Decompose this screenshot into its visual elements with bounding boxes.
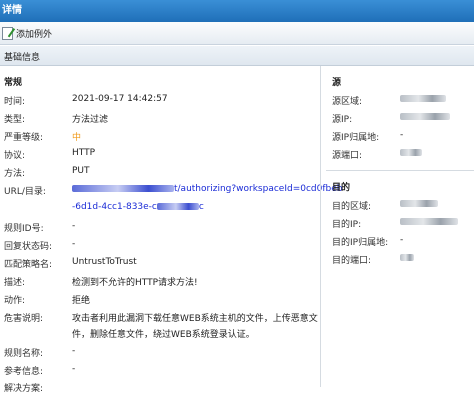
source-zone-label: 源区域: [332, 97, 363, 107]
time-value: 2021-09-17 14:42:57 [72, 94, 168, 104]
destination-zone-label: 目的区域: [332, 202, 372, 212]
tab-basic-info[interactable]: 基础信息 [0, 46, 474, 66]
window-title: 详情 [0, 0, 474, 22]
source-port-value [400, 148, 422, 158]
section-divider [326, 170, 474, 171]
add-exception-label: 添加例外 [16, 30, 53, 40]
rule-name-label: 规则名称: [4, 349, 44, 359]
description-label: 描述: [4, 278, 26, 288]
url-line2-prefix: -6d1d-4cc1-833e-c [72, 202, 157, 212]
destination-ip-location-label: 目的IP归属地: [332, 238, 389, 248]
reference-label: 参考信息: [4, 367, 44, 377]
source-zone-value [400, 94, 446, 104]
toolbar: 添加例外 [0, 22, 474, 45]
source-ip-value [400, 112, 450, 122]
harm-value-line2: 件，删除任意文件，绕过WEB系统登录认证。 [72, 330, 255, 340]
solution-label: 解决方案: [4, 384, 44, 394]
column-divider [320, 66, 321, 387]
reference-value: - [72, 364, 76, 374]
action-label: 动作: [4, 296, 26, 306]
destination-zone-value [400, 199, 438, 209]
destination-ip-location-value: - [400, 235, 404, 245]
description-value: 检测到不允许的HTTP请求方法! [72, 278, 198, 288]
destination-section-title: 目的 [332, 183, 351, 193]
time-label: 时间: [4, 97, 26, 107]
type-value: 方法过滤 [72, 115, 109, 125]
source-section-title: 源 [332, 78, 342, 88]
type-label: 类型: [4, 115, 26, 125]
url-line2-suffix: c [198, 202, 204, 212]
source-ip-location-value: - [400, 130, 404, 140]
redacted-destination-zone [400, 200, 438, 207]
harm-value-line1: 攻击者利用此漏洞下载任意WEB系统主机的文件，上传恶意文 [72, 314, 318, 324]
policy-name-value: UntrustToTrust [72, 257, 137, 267]
response-code-label: 回复状态码: [4, 242, 53, 252]
redacted-url-host [72, 185, 174, 192]
harm-label: 危害说明: [4, 314, 44, 324]
url-value-line2[interactable]: -6d1d-4cc1-833e-c c [72, 202, 204, 212]
rule-name-value: - [72, 346, 76, 356]
protocol-value: HTTP [72, 148, 96, 158]
checklist-icon [2, 27, 13, 40]
tab-basic-info-label: 基础信息 [4, 53, 41, 63]
source-ip-label: 源IP: [332, 115, 353, 125]
redacted-destination-port [400, 254, 414, 261]
destination-port-label: 目的端口: [332, 256, 372, 266]
url-value-line1[interactable]: t/authorizing?workspaceId=0cd0fbeb [72, 184, 342, 194]
destination-ip-value [400, 217, 458, 227]
redacted-source-ip [400, 113, 450, 120]
severity-label: 严重等级: [4, 133, 44, 143]
redacted-url-id [156, 203, 199, 210]
response-code-value: - [72, 239, 76, 249]
url-line1-suffix: t/authorizing?workspaceId=0cd0fbeb [174, 184, 343, 194]
destination-port-value [400, 253, 414, 263]
source-port-label: 源端口: [332, 151, 363, 161]
add-exception-button[interactable]: 添加例外 [2, 26, 52, 41]
method-label: 方法: [4, 169, 26, 179]
protocol-label: 协议: [4, 151, 26, 161]
destination-ip-label: 目的IP: [332, 220, 362, 230]
source-ip-location-label: 源IP归属地: [332, 133, 380, 143]
method-value: PUT [72, 166, 90, 176]
rule-id-value: - [72, 221, 76, 231]
redacted-source-port [400, 149, 422, 156]
redacted-source-zone [400, 95, 446, 102]
general-section-title: 常规 [4, 78, 23, 88]
redacted-destination-ip [400, 218, 458, 225]
action-value: 拒绝 [72, 296, 91, 306]
policy-name-label: 匹配策略名: [4, 260, 53, 270]
severity-value: 中 [72, 133, 82, 143]
url-label: URL/目录: [4, 187, 46, 197]
rule-id-label: 规则ID号: [4, 224, 44, 234]
